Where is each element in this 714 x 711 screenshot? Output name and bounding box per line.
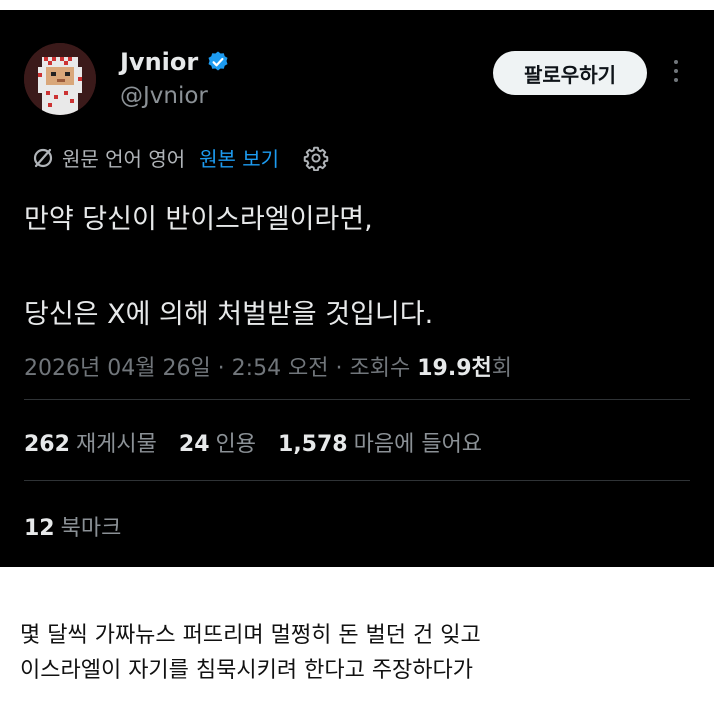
- follow-button[interactable]: 팔로우하기: [493, 51, 647, 95]
- translation-bar: 원문 언어 영어 원본 보기: [32, 143, 329, 172]
- avatar[interactable]: [24, 43, 96, 115]
- divider: [24, 480, 690, 481]
- display-name[interactable]: Jvnior: [120, 48, 198, 76]
- caption-line: 이스라엘이 자기를 침묵시키려 한다고 주장하다가: [20, 658, 474, 683]
- bookmarks-stat[interactable]: 12 북마크: [24, 510, 121, 542]
- verified-badge-icon: [208, 51, 228, 71]
- tweet-text-line: 당신은 X에 의해 처벌받을 것입니다.: [24, 299, 434, 330]
- tweet-meta: 2026년 04월 26일 · 2:54 오전 · 조회수 19.9천회: [24, 350, 512, 382]
- quotes-stat[interactable]: 24 인용: [179, 426, 256, 458]
- tweet-text-line: 만약 당신이 반이스라엘이라면,: [24, 204, 373, 235]
- divider: [24, 399, 690, 400]
- translation-label: 원문 언어 영어: [62, 147, 186, 171]
- view-count-suffix: 회: [491, 356, 513, 381]
- retweets-stat[interactable]: 262 재게시물: [24, 426, 157, 458]
- user-name-row[interactable]: Jvnior: [120, 48, 230, 76]
- user-handle[interactable]: @Jvnior: [120, 83, 208, 109]
- view-count: 19.9천: [417, 356, 492, 381]
- view-original-link[interactable]: 원본 보기: [199, 143, 279, 172]
- tweet-datetime[interactable]: 2026년 04월 26일 · 2:54 오전 · 조회수: [24, 356, 417, 381]
- gear-icon[interactable]: [303, 145, 329, 171]
- tweet-card: Jvnior @Jvnior 팔로우하기 원문 언어 영어 원본 보기 만약 당…: [0, 10, 714, 567]
- translate-icon: [33, 148, 53, 167]
- caption-line: 몇 달씩 가짜뉴스 퍼뜨리며 멀쩡히 돈 벌던 건 잊고: [20, 623, 481, 648]
- likes-stat[interactable]: 1,578 마음에 들어요: [278, 426, 482, 458]
- pixel-avatar-icon: [24, 43, 96, 115]
- more-vertical-icon[interactable]: [672, 60, 680, 86]
- engagement-stats: 262 재게시물 24 인용 1,578 마음에 들어요: [24, 426, 504, 458]
